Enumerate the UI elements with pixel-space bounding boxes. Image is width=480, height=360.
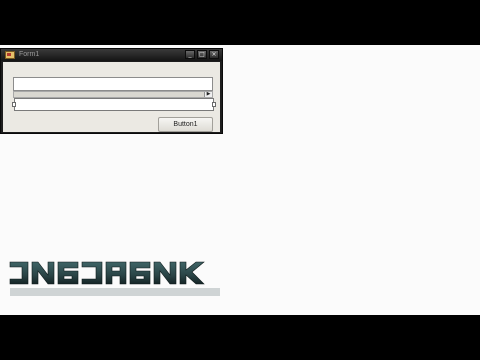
scroll-right-arrow-icon[interactable]: ▶: [204, 92, 212, 97]
horizontal-scrollbar[interactable]: ▶: [13, 91, 213, 98]
text-box[interactable]: [13, 77, 213, 91]
window-title: Form1: [19, 51, 40, 58]
letterbox-bottom: [0, 315, 480, 360]
watermark-logo: [9, 261, 220, 296]
maximize-button[interactable]: □: [197, 50, 207, 59]
desktop: Form1 _ □ × ▶ Button1: [0, 45, 480, 315]
resize-handle-left[interactable]: [12, 102, 16, 107]
minimize-button[interactable]: _: [185, 50, 195, 59]
title-bar[interactable]: Form1 _ □ ×: [1, 49, 222, 61]
app-icon: [5, 51, 15, 59]
button1[interactable]: Button1: [158, 117, 213, 132]
letterbox-top: [0, 0, 480, 45]
close-button[interactable]: ×: [209, 50, 219, 59]
form-window[interactable]: Form1 _ □ × ▶ Button1: [0, 48, 223, 134]
form-client-area: ▶ Button1: [3, 62, 220, 132]
selected-text-box[interactable]: [12, 98, 216, 111]
resize-handle-right[interactable]: [212, 102, 216, 107]
